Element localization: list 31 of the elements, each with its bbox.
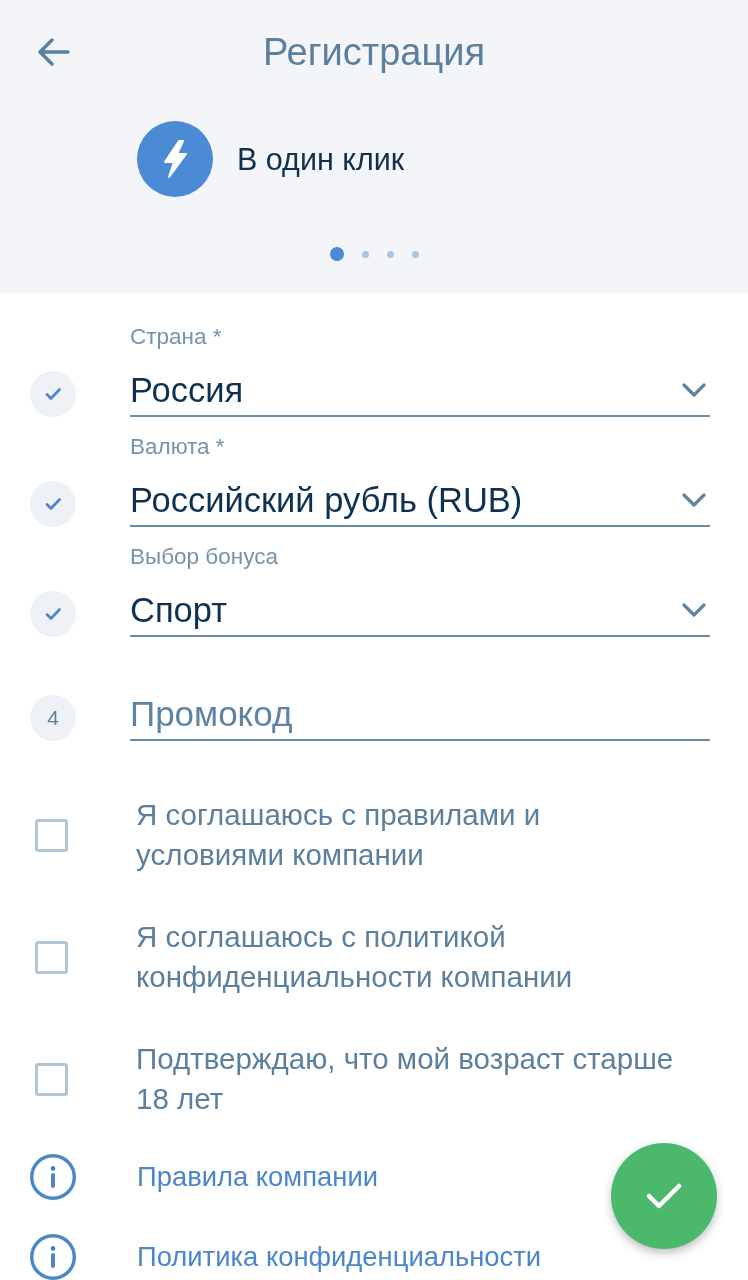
chevron-down-icon — [682, 603, 706, 617]
lightning-icon — [137, 121, 213, 197]
chevron-down-icon — [682, 383, 706, 397]
arrow-left-icon — [36, 37, 70, 67]
dropdown-field[interactable]: Россия — [130, 371, 710, 417]
pager-dot[interactable] — [329, 247, 344, 261]
info-icon — [30, 1154, 76, 1200]
agreement-text: Я соглашаюсь с политикой конфиденциальности компании — [136, 919, 574, 995]
agreement-text: Подтверждаю, что мой возраст старше 18 лет — [136, 1041, 675, 1117]
dropdown-field[interactable]: Российский рубль (RUB) — [130, 481, 710, 527]
field-label: Выбор бонуса — [130, 545, 279, 569]
field-label: Страна * — [130, 325, 223, 349]
pager-dot[interactable] — [361, 250, 369, 258]
check-icon — [646, 1182, 682, 1210]
pager-dot[interactable] — [411, 250, 419, 258]
method-label: В один клик — [237, 141, 405, 177]
confirm-button[interactable] — [611, 1143, 717, 1249]
step-number: 4 — [30, 695, 76, 741]
checkbox[interactable] — [35, 940, 68, 974]
info-icon — [30, 1234, 76, 1280]
info-link[interactable]: Политика конфиденциальности — [137, 1241, 542, 1273]
promo-code-input[interactable]: Промокод — [130, 695, 710, 741]
agreement-text: Я соглашаюсь с правилами и условиями компании — [136, 797, 542, 873]
pager-dot[interactable] — [386, 250, 394, 258]
dropdown-field[interactable]: Спорт — [130, 591, 710, 637]
page-title: Регистрация — [262, 30, 486, 74]
info-link[interactable]: Правила компании — [137, 1161, 378, 1193]
checkbox[interactable] — [35, 1062, 68, 1096]
field-label: Валюта * — [130, 435, 226, 459]
chevron-down-icon — [682, 493, 706, 507]
checkbox[interactable] — [35, 818, 68, 852]
